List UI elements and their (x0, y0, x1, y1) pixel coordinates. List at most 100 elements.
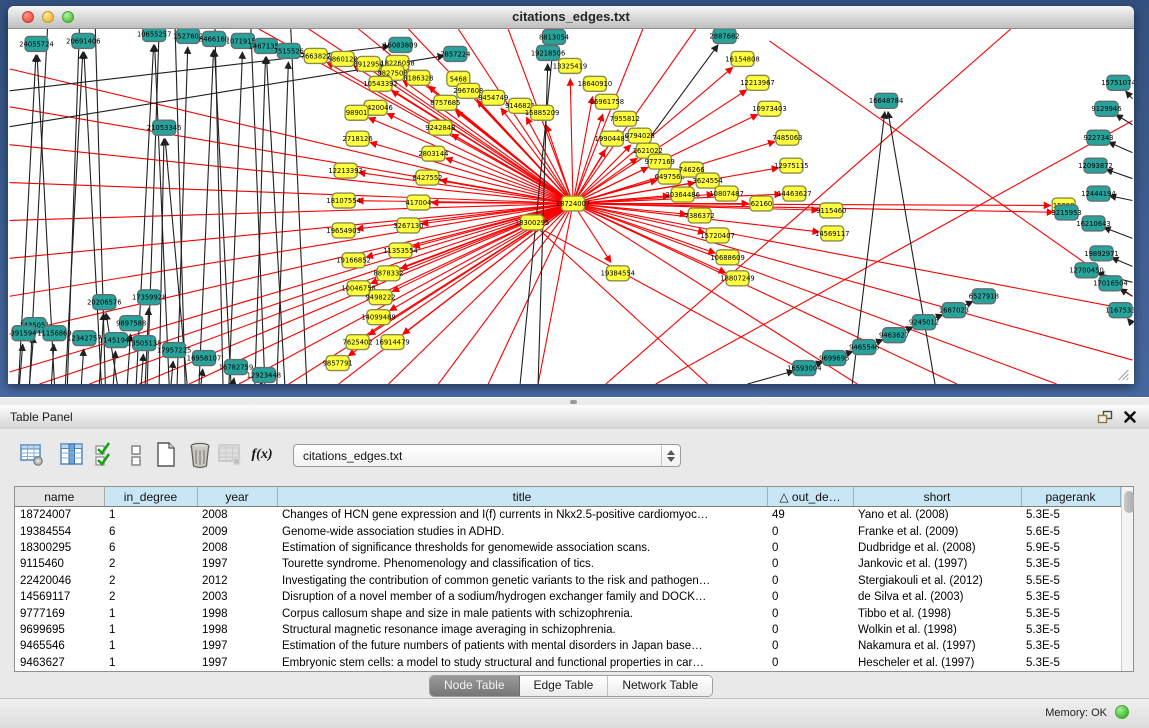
network-view[interactable]: 1872400718300295193845541332541918640910… (8, 29, 1134, 384)
table-row[interactable]: 1938455462009Genome-wide association stu… (15, 523, 1120, 539)
table-cell: 0 (767, 556, 853, 572)
table-cell: 18724007 (15, 507, 104, 524)
table-toolbar: f(x) citations_edges.txt (0, 439, 1149, 475)
tab-node-table[interactable]: Node Table (430, 676, 520, 696)
graph-node-label: 6527918 (969, 293, 999, 301)
table-scrollbar[interactable] (1121, 487, 1134, 671)
table-cell: 6 (104, 523, 197, 539)
graph-node-label: 19654903 (326, 227, 360, 235)
column-header-pagerank[interactable]: pagerank (1021, 487, 1120, 507)
table-row[interactable]: 1872400712008Changes of HCN gene express… (15, 507, 1120, 524)
graph-node-label: 417004 (406, 199, 432, 207)
delete-table-button[interactable] (216, 441, 244, 469)
unselect-all-button[interactable] (122, 441, 150, 469)
table-row[interactable]: 969969511998Structural magnetic resonanc… (15, 622, 1120, 638)
trash-icon (188, 441, 212, 469)
citation-edge-black (291, 29, 307, 384)
table-row[interactable]: 911546021997Tourette syndrome. Phenomeno… (15, 556, 1120, 572)
dropdown-stepper-icon (661, 445, 680, 466)
new-column-button[interactable] (152, 441, 180, 469)
table-panel-header: Table Panel (0, 405, 1149, 430)
graph-node-label: 12342757 (67, 335, 101, 343)
table-cell: 9777169 (15, 605, 104, 621)
citation-edge-black (136, 45, 153, 384)
citation-edge-black (1104, 227, 1133, 238)
table-row[interactable]: 2242004622012Investigating the contribut… (15, 573, 1120, 589)
column-header-indegree[interactable]: in_degree (104, 487, 197, 507)
table-cell: de Silva et al. (2003) (853, 589, 1021, 605)
citation-edge-black (748, 371, 794, 384)
table-cell: Genome-wide association studies in ADHD. (277, 523, 767, 539)
network-window-titlebar[interactable]: citations_edges.txt (8, 6, 1134, 29)
table-panel-body: f(x) citations_edges.txt namein_degreeye… (0, 429, 1149, 698)
column-header-name[interactable]: name (15, 487, 104, 507)
graph-node-label: 9227343 (1083, 134, 1113, 142)
column-header-year[interactable]: year (197, 487, 277, 507)
column-header-short[interactable]: short (853, 487, 1021, 507)
citation-edge-red (544, 230, 802, 370)
citation-edge-black (81, 349, 83, 384)
graph-node-label: 12700450 (1069, 267, 1103, 275)
table-row[interactable]: 977716911998Corpus callosum shape and si… (15, 605, 1120, 621)
graph-node-label: 2803144 (418, 150, 448, 158)
table-cell: Structural magnetic resonance image aver… (277, 622, 767, 638)
citation-edge-black (251, 29, 265, 384)
panel-title: Table Panel (10, 410, 73, 424)
graph-node-label: 12975115 (774, 162, 808, 170)
graph-node-label: 1167533 (1105, 307, 1134, 315)
graph-node-label: 18807249 (720, 275, 754, 283)
scrollbar-thumb[interactable] (1124, 491, 1134, 513)
column-header-title[interactable]: title (277, 487, 767, 507)
table-cell: Yano et al. (2008) (853, 507, 1021, 524)
citation-edge-black (1126, 91, 1133, 99)
graph-node-label: 21053346 (147, 124, 181, 132)
table-selector[interactable]: citations_edges.txt (293, 444, 681, 467)
table-cell: 5.3E-5 (1021, 605, 1120, 621)
tab-edge-table[interactable]: Edge Table (520, 676, 609, 696)
table-row[interactable]: 1456911722003Disruption of a novel membe… (15, 589, 1120, 605)
graph-node-label: 20364486 (665, 191, 699, 199)
column-header-outde[interactable]: △ out_de… (767, 487, 853, 507)
graph-node-label: 3267130 (393, 222, 423, 230)
graph-node-label: 5468 (450, 75, 467, 83)
select-all-button[interactable] (92, 441, 120, 469)
float-panel-icon[interactable] (1097, 410, 1113, 424)
table-cell: 0 (767, 573, 853, 589)
graph-node-label: 8427552 (412, 174, 442, 182)
table-cell: 9463627 (15, 655, 104, 671)
close-panel-icon[interactable] (1123, 410, 1137, 424)
table-row[interactable]: 946554611997Estimation of the future num… (15, 638, 1120, 654)
citation-edge-red (10, 145, 573, 204)
graph-node-label: 6794028 (625, 132, 655, 140)
delete-column-button[interactable] (186, 441, 214, 469)
show-column-button[interactable] (58, 441, 86, 469)
graph-node-label: 18724007 (556, 200, 590, 208)
graph-node-label: 18640910 (578, 80, 612, 88)
graph-node-label: 10807487 (709, 190, 743, 198)
table-cell: 9699695 (15, 622, 104, 638)
graph-node-label: 16958107 (187, 354, 221, 362)
tab-network-table[interactable]: Network Table (608, 676, 712, 696)
table-row[interactable]: 1830029562008Estimation of significance … (15, 540, 1120, 556)
table-cell: 0 (767, 638, 853, 654)
network-window: citations_edges.txt 18724007183002951938… (8, 6, 1134, 384)
citation-edge-black (1120, 289, 1132, 296)
graph-node-label: 16961758 (590, 98, 624, 106)
table-cell: Stergiakouli et al. (2012) (853, 573, 1021, 589)
table-mode-button[interactable] (18, 441, 46, 469)
memory-status-icon[interactable] (1115, 705, 1129, 719)
resize-grip[interactable] (1118, 370, 1128, 380)
graph-node-label: 8878332 (373, 270, 403, 278)
table-row[interactable]: 946362711997Embryonic stem cells: a mode… (15, 655, 1120, 671)
table-cell: Tibbo et al. (1998) (853, 605, 1021, 621)
graph-node-label: 9129946 (1091, 105, 1121, 113)
table-cell: 1 (104, 638, 197, 654)
citation-edge-black (229, 52, 243, 384)
graph-node-label: 8186328 (403, 74, 433, 82)
graph-node-label: 16083809 (383, 41, 417, 49)
function-builder-button[interactable]: f(x) (248, 441, 276, 469)
table-cell: 2012 (197, 573, 277, 589)
table-cell: 2008 (197, 540, 277, 556)
table-cell: 19384554 (15, 523, 104, 539)
citation-edge-black (233, 378, 234, 384)
